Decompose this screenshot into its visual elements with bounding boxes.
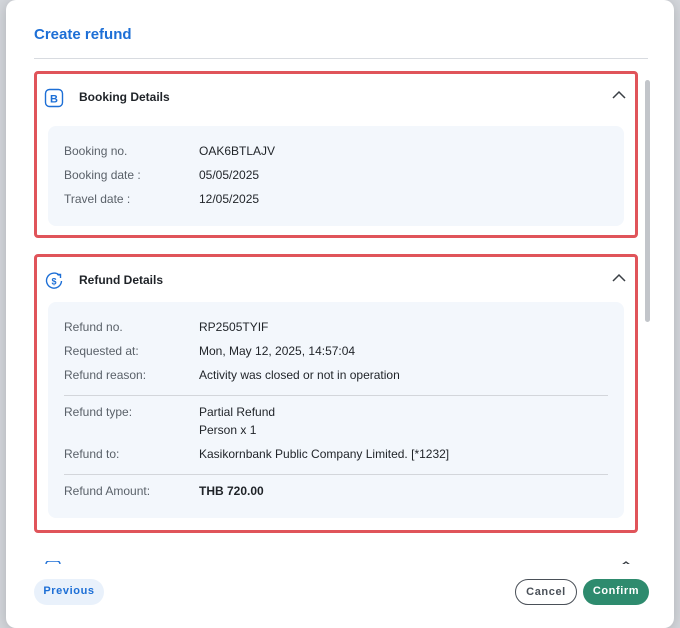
chevron-up-icon[interactable] [611,271,627,283]
travel-date-value: 12/05/2025 [199,192,260,206]
next-section-peek [42,558,632,564]
dialog-title: Create refund [34,26,132,43]
travel-date-label: Travel date : [64,192,131,206]
refund-to-label: Refund to: [64,447,120,461]
scrollbar-thumb[interactable] [645,80,650,322]
refund-details-panel: Refund no. RP2505TYIF Requested at: Mon,… [48,302,624,518]
refund-dollar-icon: $ [44,271,64,291]
refund-no-label: Refund no. [64,320,123,334]
refund-no-value: RP2505TYIF [199,320,269,334]
booking-details-panel: Booking no. OAK6BTLAJV Booking date : 05… [48,126,624,226]
refund-amount-label: Refund Amount: [64,484,151,498]
chevron-up-icon[interactable] [611,88,627,100]
booking-details-header[interactable]: B Booking Details [37,74,635,124]
refund-details-header[interactable]: $ Refund Details [37,257,635,307]
confirm-button[interactable]: Confirm [583,579,649,605]
refund-type-detail: Person x 1 [199,423,257,437]
cancel-button[interactable]: Cancel [515,579,577,605]
refund-divider [64,474,608,475]
booking-no-label: Booking no. [64,144,128,158]
booking-b-icon: B [44,88,64,108]
refund-reason-value: Activity was closed or not in operation [199,368,400,382]
requested-at-value: Mon, May 12, 2025, 14:57:04 [199,344,356,358]
booking-date-label: Booking date : [64,168,141,182]
dialog-scroll-area[interactable]: B Booking Details Booking no. OAK6BTLAJV… [34,64,646,564]
previous-button[interactable]: Previous [34,579,104,605]
refund-details-title: Refund Details [79,273,164,287]
booking-details-title: Booking Details [79,90,170,104]
refund-to-value: Kasikornbank Public Company Limited. [*1… [199,447,450,461]
refund-details-section: $ Refund Details Refund no. RP2505TYIF R… [34,254,638,533]
refund-type-value: Partial Refund [199,405,276,419]
booking-details-section: B Booking Details Booking no. OAK6BTLAJV… [34,71,638,238]
svg-text:B: B [50,94,58,106]
refund-divider [64,395,608,396]
refund-reason-label: Refund reason: [64,368,147,382]
svg-text:$: $ [51,277,56,287]
create-refund-dialog: Create refund B Booking Details Booking [6,0,674,628]
refund-amount-value: THB 720.00 [199,484,264,498]
title-divider [34,58,648,59]
booking-no-value: OAK6BTLAJV [199,144,276,158]
refund-type-label: Refund type: [64,405,133,419]
booking-date-value: 05/05/2025 [199,168,260,182]
requested-at-label: Requested at: [64,344,139,358]
